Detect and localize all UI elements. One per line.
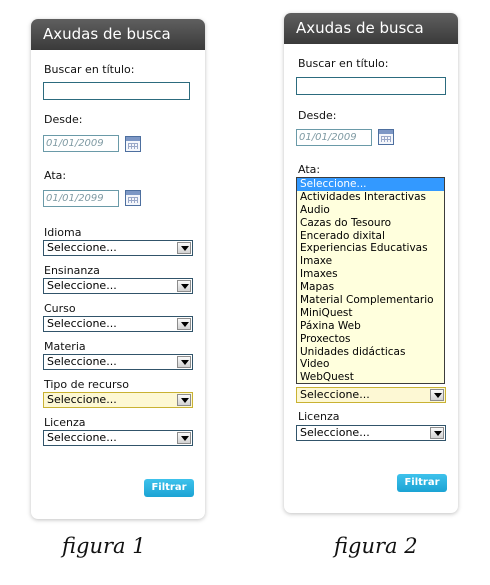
idioma-select-value: Seleccione... (47, 241, 117, 254)
tipo-recurso-dropdown-list[interactable]: Seleccione... Actividades Interactivas Aud… (296, 177, 445, 384)
search-panel-figure-1: Axudas de busca Buscar en título: Desde:… (31, 19, 205, 519)
tipo-recurso-select[interactable]: Seleccione... (43, 392, 193, 408)
ata-date-field[interactable]: 01/01/2099 (43, 190, 119, 207)
idioma-select[interactable]: Seleccione... (43, 240, 193, 256)
ata-label: Ata: (298, 163, 321, 176)
calendar-icon[interactable] (378, 129, 394, 145)
materia-label: Materia (44, 340, 86, 353)
search-panel-figure-2: Axudas de busca Buscar en título: Desde:… (284, 13, 458, 513)
licenza-label: Licenza (44, 416, 86, 429)
dropdown-option[interactable]: Actividades Interactivas (297, 191, 444, 204)
filter-button[interactable]: Filtrar (144, 479, 194, 497)
title-search-input[interactable] (43, 82, 190, 100)
tipo-recurso-select-value: Seleccione... (300, 388, 370, 401)
panel-title: Axudas de busca (31, 19, 205, 50)
dropdown-option[interactable]: Páxina Web (297, 320, 444, 333)
dropdown-option[interactable]: Experiencias Educativas (297, 242, 444, 255)
licenza-select[interactable]: Seleccione... (43, 430, 193, 446)
tipo-recurso-select[interactable]: Seleccione... (296, 387, 446, 403)
desde-label: Desde: (298, 109, 337, 122)
dropdown-option[interactable]: MiniQuest (297, 307, 444, 320)
tipo-recurso-select-value: Seleccione... (47, 393, 117, 406)
curso-label: Curso (44, 302, 76, 315)
dropdown-option[interactable]: Audio (297, 204, 444, 217)
dropdown-option[interactable]: Imaxes (297, 268, 444, 281)
chevron-down-icon[interactable] (177, 394, 191, 406)
chevron-down-icon[interactable] (430, 389, 444, 401)
buscar-label: Buscar en título: (44, 63, 135, 76)
chevron-down-icon[interactable] (177, 356, 191, 368)
dropdown-option[interactable]: Mapas (297, 281, 444, 294)
dropdown-option[interactable]: Seleccione... (297, 178, 444, 191)
chevron-down-icon[interactable] (177, 318, 191, 330)
desde-date-field[interactable]: 01/01/2009 (43, 135, 119, 152)
licenza-select[interactable]: Seleccione... (296, 425, 446, 441)
licenza-label: Licenza (298, 410, 340, 423)
dropdown-option[interactable]: Video (297, 358, 444, 371)
dropdown-option[interactable]: Encerado dixital (297, 230, 444, 243)
dropdown-option[interactable]: Material Complementario (297, 294, 444, 307)
chevron-down-icon[interactable] (430, 427, 444, 439)
curso-select-value: Seleccione... (47, 317, 117, 330)
chevron-down-icon[interactable] (177, 280, 191, 292)
dropdown-option[interactable]: WebQuest (297, 371, 444, 384)
ensinanza-select[interactable]: Seleccione... (43, 278, 193, 294)
licenza-select-value: Seleccione... (47, 431, 117, 444)
calendar-icon[interactable] (125, 190, 141, 206)
ensinanza-label: Ensinanza (44, 264, 100, 277)
desde-date-field[interactable]: 01/01/2009 (296, 129, 372, 146)
curso-select[interactable]: Seleccione... (43, 316, 193, 332)
filter-button[interactable]: Filtrar (397, 474, 447, 492)
chevron-down-icon[interactable] (177, 432, 191, 444)
dropdown-option[interactable]: Proxectos (297, 333, 444, 346)
figure-caption: figura 1 (62, 534, 146, 558)
panel-title: Axudas de busca (284, 13, 458, 44)
chevron-down-icon[interactable] (177, 242, 191, 254)
ensinanza-select-value: Seleccione... (47, 279, 117, 292)
materia-select[interactable]: Seleccione... (43, 354, 193, 370)
ata-label: Ata: (44, 169, 67, 182)
materia-select-value: Seleccione... (47, 355, 117, 368)
dropdown-option[interactable]: Imaxe (297, 255, 444, 268)
dropdown-option[interactable]: Unidades didácticas (297, 346, 444, 359)
calendar-icon[interactable] (125, 136, 141, 152)
tipo-recurso-label: Tipo de recurso (44, 378, 129, 391)
figure-caption: figura 2 (334, 534, 418, 558)
desde-label: Desde: (44, 113, 83, 126)
buscar-label: Buscar en título: (298, 57, 389, 70)
idioma-label: Idioma (44, 226, 82, 239)
dropdown-option[interactable]: Cazas do Tesouro (297, 217, 444, 230)
title-search-input[interactable] (296, 77, 446, 95)
licenza-select-value: Seleccione... (300, 426, 370, 439)
